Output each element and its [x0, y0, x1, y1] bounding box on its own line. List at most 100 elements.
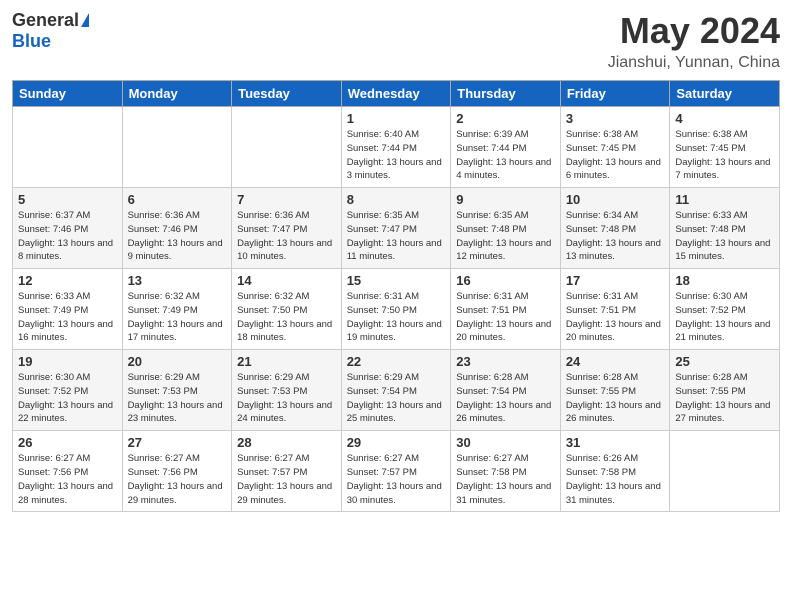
day-cell: 30Sunrise: 6:27 AM Sunset: 7:58 PM Dayli… — [451, 431, 561, 512]
day-cell: 1 Sunrise: 6:40 AM Sunset: 7:44 PM Daylig… — [341, 107, 451, 188]
day-number: 14 — [237, 273, 336, 288]
day-cell: 2 Sunrise: 6:39 AM Sunset: 7:44 PM Daylig… — [451, 107, 561, 188]
day-info: Sunrise: 6:39 AM Sunset: 7:44 PM Dayligh… — [456, 128, 555, 183]
day-info: Sunrise: 6:38 AM Sunset: 7:45 PM Dayligh… — [566, 128, 665, 183]
day-number: 2 — [456, 111, 555, 126]
day-cell: 4Sunrise: 6:38 AM Sunset: 7:45 PM Daylig… — [670, 107, 780, 188]
day-cell: 22 Sunrise: 6:29 AM Sunset: 7:54 PM Dayli… — [341, 350, 451, 431]
day-info: Sunrise: 6:33 AM Sunset: 7:49 PM Dayligh… — [18, 290, 117, 345]
day-info: Sunrise: 6:29 AM Sunset: 7:53 PM Dayligh… — [237, 371, 336, 426]
logo-text: General — [12, 10, 89, 31]
day-info: Sunrise: 6:36 AM Sunset: 7:46 PM Dayligh… — [128, 209, 227, 264]
day-cell: 12 Sunrise: 6:33 AM Sunset: 7:49 PM Dayli… — [13, 269, 123, 350]
day-number: 5 — [18, 192, 117, 207]
day-cell: 20 Sunrise: 6:29 AM Sunset: 7:53 PM Dayli… — [122, 350, 232, 431]
day-number: 8 — [347, 192, 446, 207]
title-section: May 2024 Jianshui, Yunnan, China — [608, 10, 780, 72]
day-cell: 26Sunrise: 6:27 AM Sunset: 7:56 PM Dayli… — [13, 431, 123, 512]
day-number: 12 — [18, 273, 117, 288]
day-info: Sunrise: 6:36 AM Sunset: 7:47 PM Dayligh… — [237, 209, 336, 264]
day-number: 20 — [128, 354, 227, 369]
col-header-wednesday: Wednesday — [341, 81, 451, 107]
day-cell: 24 Sunrise: 6:28 AM Sunset: 7:55 PM Dayli… — [560, 350, 670, 431]
day-cell: 19Sunrise: 6:30 AM Sunset: 7:52 PM Dayli… — [13, 350, 123, 431]
day-number: 16 — [456, 273, 555, 288]
day-number: 6 — [128, 192, 227, 207]
day-number: 31 — [566, 435, 665, 450]
day-info: Sunrise: 6:31 AM Sunset: 7:51 PM Dayligh… — [456, 290, 555, 345]
day-number: 22 — [347, 354, 446, 369]
day-cell: 10 Sunrise: 6:34 AM Sunset: 7:48 PM Dayli… — [560, 188, 670, 269]
day-info: Sunrise: 6:32 AM Sunset: 7:49 PM Dayligh… — [128, 290, 227, 345]
week-row-1: 1 Sunrise: 6:40 AM Sunset: 7:44 PM Daylig… — [13, 107, 780, 188]
day-number: 11 — [675, 192, 774, 207]
day-cell: 9Sunrise: 6:35 AM Sunset: 7:48 PM Daylig… — [451, 188, 561, 269]
day-info: Sunrise: 6:38 AM Sunset: 7:45 PM Dayligh… — [675, 128, 774, 183]
logo-general: General — [12, 10, 79, 31]
day-cell: 27Sunrise: 6:27 AM Sunset: 7:56 PM Dayli… — [122, 431, 232, 512]
day-info: Sunrise: 6:27 AM Sunset: 7:58 PM Dayligh… — [456, 452, 555, 507]
day-cell: 18Sunrise: 6:30 AM Sunset: 7:52 PM Dayli… — [670, 269, 780, 350]
logo-triangle-icon — [81, 13, 89, 27]
col-header-thursday: Thursday — [451, 81, 561, 107]
calendar: SundayMondayTuesdayWednesdayThursdayFrid… — [12, 80, 780, 512]
main-title: May 2024 — [608, 10, 780, 52]
day-number: 29 — [347, 435, 446, 450]
col-header-saturday: Saturday — [670, 81, 780, 107]
week-row-5: 26Sunrise: 6:27 AM Sunset: 7:56 PM Dayli… — [13, 431, 780, 512]
day-info: Sunrise: 6:35 AM Sunset: 7:48 PM Dayligh… — [456, 209, 555, 264]
day-cell: 6 Sunrise: 6:36 AM Sunset: 7:46 PM Daylig… — [122, 188, 232, 269]
day-info: Sunrise: 6:31 AM Sunset: 7:51 PM Dayligh… — [566, 290, 665, 345]
day-info: Sunrise: 6:27 AM Sunset: 7:57 PM Dayligh… — [237, 452, 336, 507]
day-cell: 17 Sunrise: 6:31 AM Sunset: 7:51 PM Dayli… — [560, 269, 670, 350]
day-cell — [232, 107, 342, 188]
logo-blue: Blue — [12, 31, 51, 52]
day-number: 3 — [566, 111, 665, 126]
col-header-friday: Friday — [560, 81, 670, 107]
day-number: 7 — [237, 192, 336, 207]
day-info: Sunrise: 6:35 AM Sunset: 7:47 PM Dayligh… — [347, 209, 446, 264]
week-row-2: 5Sunrise: 6:37 AM Sunset: 7:46 PM Daylig… — [13, 188, 780, 269]
day-number: 23 — [456, 354, 555, 369]
day-cell: 13 Sunrise: 6:32 AM Sunset: 7:49 PM Dayli… — [122, 269, 232, 350]
day-cell: 15 Sunrise: 6:31 AM Sunset: 7:50 PM Dayli… — [341, 269, 451, 350]
day-info: Sunrise: 6:31 AM Sunset: 7:50 PM Dayligh… — [347, 290, 446, 345]
day-number: 25 — [675, 354, 774, 369]
day-cell: 8 Sunrise: 6:35 AM Sunset: 7:47 PM Daylig… — [341, 188, 451, 269]
day-number: 28 — [237, 435, 336, 450]
day-number: 15 — [347, 273, 446, 288]
week-row-4: 19Sunrise: 6:30 AM Sunset: 7:52 PM Dayli… — [13, 350, 780, 431]
day-cell: 5Sunrise: 6:37 AM Sunset: 7:46 PM Daylig… — [13, 188, 123, 269]
day-cell: 7 Sunrise: 6:36 AM Sunset: 7:47 PM Daylig… — [232, 188, 342, 269]
day-info: Sunrise: 6:28 AM Sunset: 7:54 PM Dayligh… — [456, 371, 555, 426]
day-info: Sunrise: 6:28 AM Sunset: 7:55 PM Dayligh… — [675, 371, 774, 426]
day-number: 24 — [566, 354, 665, 369]
day-number: 26 — [18, 435, 117, 450]
day-cell: 3 Sunrise: 6:38 AM Sunset: 7:45 PM Daylig… — [560, 107, 670, 188]
header-row: SundayMondayTuesdayWednesdayThursdayFrid… — [13, 81, 780, 107]
day-number: 10 — [566, 192, 665, 207]
week-row-3: 12 Sunrise: 6:33 AM Sunset: 7:49 PM Dayli… — [13, 269, 780, 350]
day-number: 21 — [237, 354, 336, 369]
day-info: Sunrise: 6:26 AM Sunset: 7:58 PM Dayligh… — [566, 452, 665, 507]
day-info: Sunrise: 6:40 AM Sunset: 7:44 PM Dayligh… — [347, 128, 446, 183]
day-cell: 16 Sunrise: 6:31 AM Sunset: 7:51 PM Dayli… — [451, 269, 561, 350]
day-info: Sunrise: 6:32 AM Sunset: 7:50 PM Dayligh… — [237, 290, 336, 345]
day-number: 18 — [675, 273, 774, 288]
day-info: Sunrise: 6:29 AM Sunset: 7:53 PM Dayligh… — [128, 371, 227, 426]
day-cell — [122, 107, 232, 188]
day-cell — [670, 431, 780, 512]
day-info: Sunrise: 6:34 AM Sunset: 7:48 PM Dayligh… — [566, 209, 665, 264]
day-cell: 14 Sunrise: 6:32 AM Sunset: 7:50 PM Dayli… — [232, 269, 342, 350]
day-cell — [13, 107, 123, 188]
day-info: Sunrise: 6:29 AM Sunset: 7:54 PM Dayligh… — [347, 371, 446, 426]
day-cell: 28 Sunrise: 6:27 AM Sunset: 7:57 PM Dayli… — [232, 431, 342, 512]
day-cell: 21 Sunrise: 6:29 AM Sunset: 7:53 PM Dayli… — [232, 350, 342, 431]
day-number: 1 — [347, 111, 446, 126]
day-info: Sunrise: 6:33 AM Sunset: 7:48 PM Dayligh… — [675, 209, 774, 264]
day-info: Sunrise: 6:28 AM Sunset: 7:55 PM Dayligh… — [566, 371, 665, 426]
day-info: Sunrise: 6:27 AM Sunset: 7:57 PM Dayligh… — [347, 452, 446, 507]
subtitle: Jianshui, Yunnan, China — [608, 54, 780, 72]
day-number: 13 — [128, 273, 227, 288]
day-number: 17 — [566, 273, 665, 288]
